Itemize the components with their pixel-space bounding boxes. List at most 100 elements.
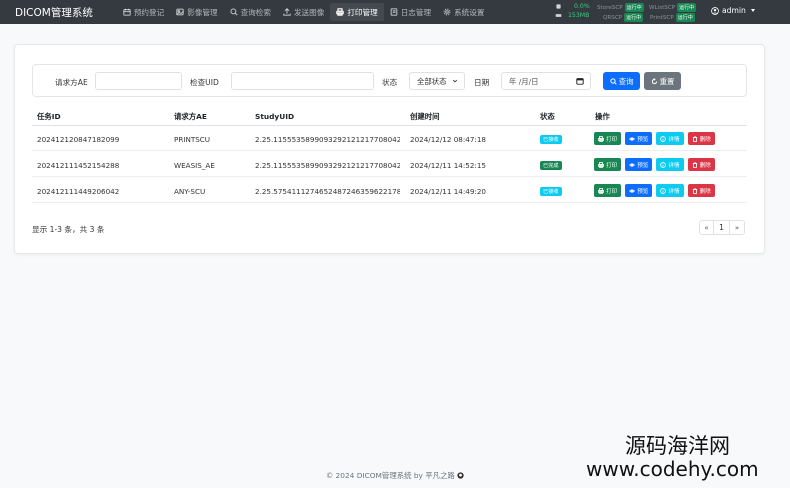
nav-label: 预约登记 [133, 7, 165, 17]
service-badge: 运行中 [624, 13, 644, 22]
trash-icon [692, 187, 697, 194]
caller-ae-input[interactable] [95, 72, 182, 90]
delete-label: 删除 [699, 162, 711, 169]
preview-label: 预览 [637, 162, 649, 169]
nav-label: 查询检索 [240, 7, 271, 17]
service-badge: 运行中 [677, 3, 697, 12]
service-printscp: PrintSCP 运行中 [650, 13, 695, 22]
row-actions: 打印 预览 详情 删除 [594, 132, 715, 145]
column-header: 创建时间 [410, 112, 440, 121]
date-input[interactable]: 年 /月/日 [501, 72, 591, 90]
delete-button[interactable]: 删除 [687, 158, 715, 171]
pagination-summary: 显示 1-3 条，共 3 条 [32, 225, 105, 234]
table-header: 任务ID 请求方AE StudyUID 创建时间 状态 操作 [32, 108, 747, 126]
status-select[interactable]: 全部状态 [409, 72, 465, 90]
details-button[interactable]: 详情 [656, 158, 684, 171]
nav-item-appointment[interactable]: 预约登记 [117, 0, 170, 24]
preview-label: 预览 [637, 136, 649, 143]
nav-item-log[interactable]: 日志管理 [384, 0, 437, 24]
details-button[interactable]: 详情 [656, 184, 684, 197]
memory-value: 153MB [568, 12, 590, 19]
calendar-icon [123, 8, 131, 16]
eye-icon [629, 162, 636, 167]
caller-ae-label: 请求方AE [55, 78, 88, 87]
status-badge: 已接收 [540, 135, 562, 144]
trash-icon [692, 135, 697, 142]
delete-button[interactable]: 删除 [687, 184, 715, 197]
nav-item-settings[interactable]: 系统设置 [437, 0, 490, 24]
print-label: 打印 [606, 136, 618, 143]
details-button[interactable]: 详情 [656, 132, 684, 145]
nav-label: 发送图像 [293, 7, 325, 17]
nav-item-send[interactable]: 发送图像 [277, 0, 330, 24]
status-badge: 已接收 [540, 187, 562, 196]
service-wlistscp: WListSCP 运行中 [649, 3, 697, 12]
info-icon [660, 187, 667, 194]
trash-icon [692, 161, 697, 168]
service-name: WListSCP [649, 4, 676, 11]
filter-bar: 请求方AE 检查UID 状态 全部状态 日期 年 /月/日 查询 重置 [32, 64, 747, 97]
print-task-table: 任务ID 请求方AE StudyUID 创建时间 状态 操作 202412120… [32, 108, 747, 203]
printer-icon [336, 8, 345, 16]
pagination-prev[interactable]: « [700, 221, 714, 234]
study-uid-cell: 2.25.1155535899093292121217708042315... [255, 135, 400, 144]
user-circle-icon [711, 6, 719, 15]
created-time-cell: 2024/12/11 14:52:15 [410, 161, 486, 170]
cpu-icon [556, 4, 561, 9]
column-header: 操作 [595, 112, 610, 121]
pagination: « 1 » [699, 220, 745, 235]
delete-button[interactable]: 删除 [687, 132, 715, 145]
nav-label: 影像管理 [187, 7, 218, 17]
preview-button[interactable]: 预览 [625, 132, 653, 145]
column-header: 状态 [540, 112, 555, 121]
search-button[interactable]: 查询 [603, 72, 640, 90]
print-button[interactable]: 打印 [594, 158, 622, 171]
search-icon [229, 8, 238, 16]
journal-icon [390, 8, 398, 16]
footer-text: © 2024 DICOM管理系统 by 平凡之路 [325, 471, 455, 480]
nav-item-image[interactable]: 影像管理 [170, 0, 223, 24]
created-time-cell: 2024/12/12 08:47:18 [410, 135, 486, 144]
pagination-next[interactable]: » [730, 221, 744, 234]
pagination-page[interactable]: 1 [714, 221, 730, 234]
nav-item-print[interactable]: 打印管理 [330, 3, 384, 21]
date-label: 日期 [474, 78, 490, 87]
app-brand[interactable]: DICOM管理系统 [15, 5, 93, 20]
user-name: admin [722, 6, 746, 15]
image-icon [176, 8, 184, 16]
user-menu[interactable]: admin [711, 6, 755, 15]
date-placeholder: 年 /月/日 [509, 76, 539, 86]
delete-label: 删除 [699, 136, 711, 143]
column-header: 请求方AE [174, 112, 207, 121]
memory-icon [555, 14, 562, 17]
gear-icon [443, 8, 451, 16]
print-label: 打印 [606, 188, 618, 195]
preview-button[interactable]: 预览 [625, 184, 653, 197]
calendar-icon [576, 78, 584, 85]
github-icon[interactable] [457, 472, 464, 479]
nav-item-query[interactable]: 查询检索 [224, 0, 277, 24]
reset-button-label: 重置 [659, 76, 675, 86]
study-uid-cell: 2.25.1155535899093292121217708042315... [255, 161, 400, 170]
status-label: 状态 [382, 78, 398, 87]
main-nav: 预约登记 影像管理 查询检索 发送图像 打印管理 日志管理 系统设置 [117, 0, 491, 24]
delete-label: 删除 [699, 188, 711, 195]
details-label: 详情 [668, 162, 680, 169]
preview-button[interactable]: 预览 [625, 158, 653, 171]
print-button[interactable]: 打印 [594, 184, 622, 197]
service-badge: 运行中 [624, 3, 644, 12]
study-uid-label: 检查UID [190, 78, 219, 87]
print-button[interactable]: 打印 [594, 132, 622, 145]
reset-button[interactable]: 重置 [644, 72, 681, 90]
chevron-down-icon [452, 79, 458, 83]
study-uid-input[interactable] [231, 72, 374, 90]
system-status: 0.0% 153MB StoreSCP 运行中 WListSCP 运行中 QRS… [555, 3, 700, 23]
search-button-label: 查询 [618, 76, 634, 86]
row-actions: 打印 预览 详情 删除 [594, 158, 715, 171]
details-label: 详情 [668, 188, 680, 195]
nav-label: 系统设置 [454, 7, 485, 17]
table-row: 202412111449206042 ANY-SCU 2.25.57541112… [32, 178, 747, 203]
memory-status: 153MB [555, 12, 589, 19]
printer-icon [598, 187, 604, 194]
service-storescp: StoreSCP 运行中 [597, 3, 644, 12]
